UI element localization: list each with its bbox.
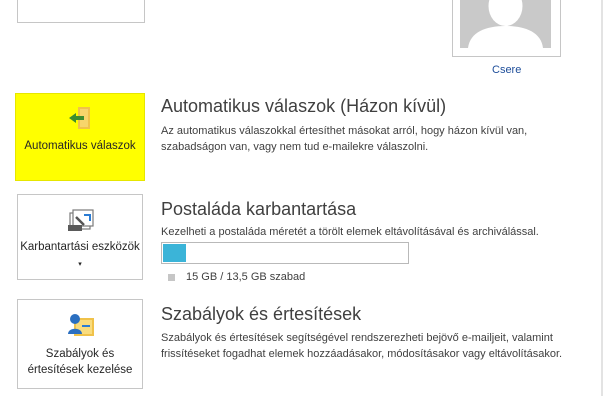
reply-arrow-icon xyxy=(69,107,90,129)
automatic-replies-description: Az automatikus válaszokkal értesíthet má… xyxy=(161,125,528,153)
person-silhouette-icon xyxy=(460,0,551,48)
dropdown-arrow-icon: ▾ xyxy=(78,261,82,268)
mailbox-cleanup-title: Postaláda karbantartása xyxy=(161,199,357,219)
rules-description: Szabályok és értesítések segítségével re… xyxy=(161,332,563,360)
automatic-replies-label: Automatikus válaszok xyxy=(24,140,136,152)
rules-alerts-icon xyxy=(68,314,94,336)
cleanup-tools-icon xyxy=(68,209,94,231)
storage-text: 15 GB / 13,5 GB szabad xyxy=(186,271,306,283)
profile-picture-frame xyxy=(452,0,561,57)
rules-title: Szabályok és értesítések xyxy=(161,304,362,324)
mailbox-cleanup-description: Kezelheti a postaláda méretét a törölt e… xyxy=(161,226,539,238)
automatic-replies-button[interactable]: Automatikus válaszok xyxy=(15,93,145,181)
manage-rules-label: Szabályok és értesítések kezelése xyxy=(27,348,133,376)
previous-tile[interactable] xyxy=(17,0,145,23)
manage-rules-button[interactable]: Szabályok és értesítések kezelése xyxy=(17,299,143,389)
cleanup-tools-button[interactable]: Karbantartási eszközök ▾ xyxy=(17,194,143,280)
automatic-replies-title: Automatikus válaszok (Házon kívül) xyxy=(161,96,447,116)
mailbox-storage-bar xyxy=(161,242,409,264)
avatar xyxy=(460,0,551,48)
cleanup-tools-label: Karbantartási eszközök ▾ xyxy=(20,241,140,268)
storage-legend-swatch xyxy=(168,274,175,281)
change-photo-link[interactable]: Csere xyxy=(492,64,521,76)
mailbox-storage-fill xyxy=(163,244,186,262)
